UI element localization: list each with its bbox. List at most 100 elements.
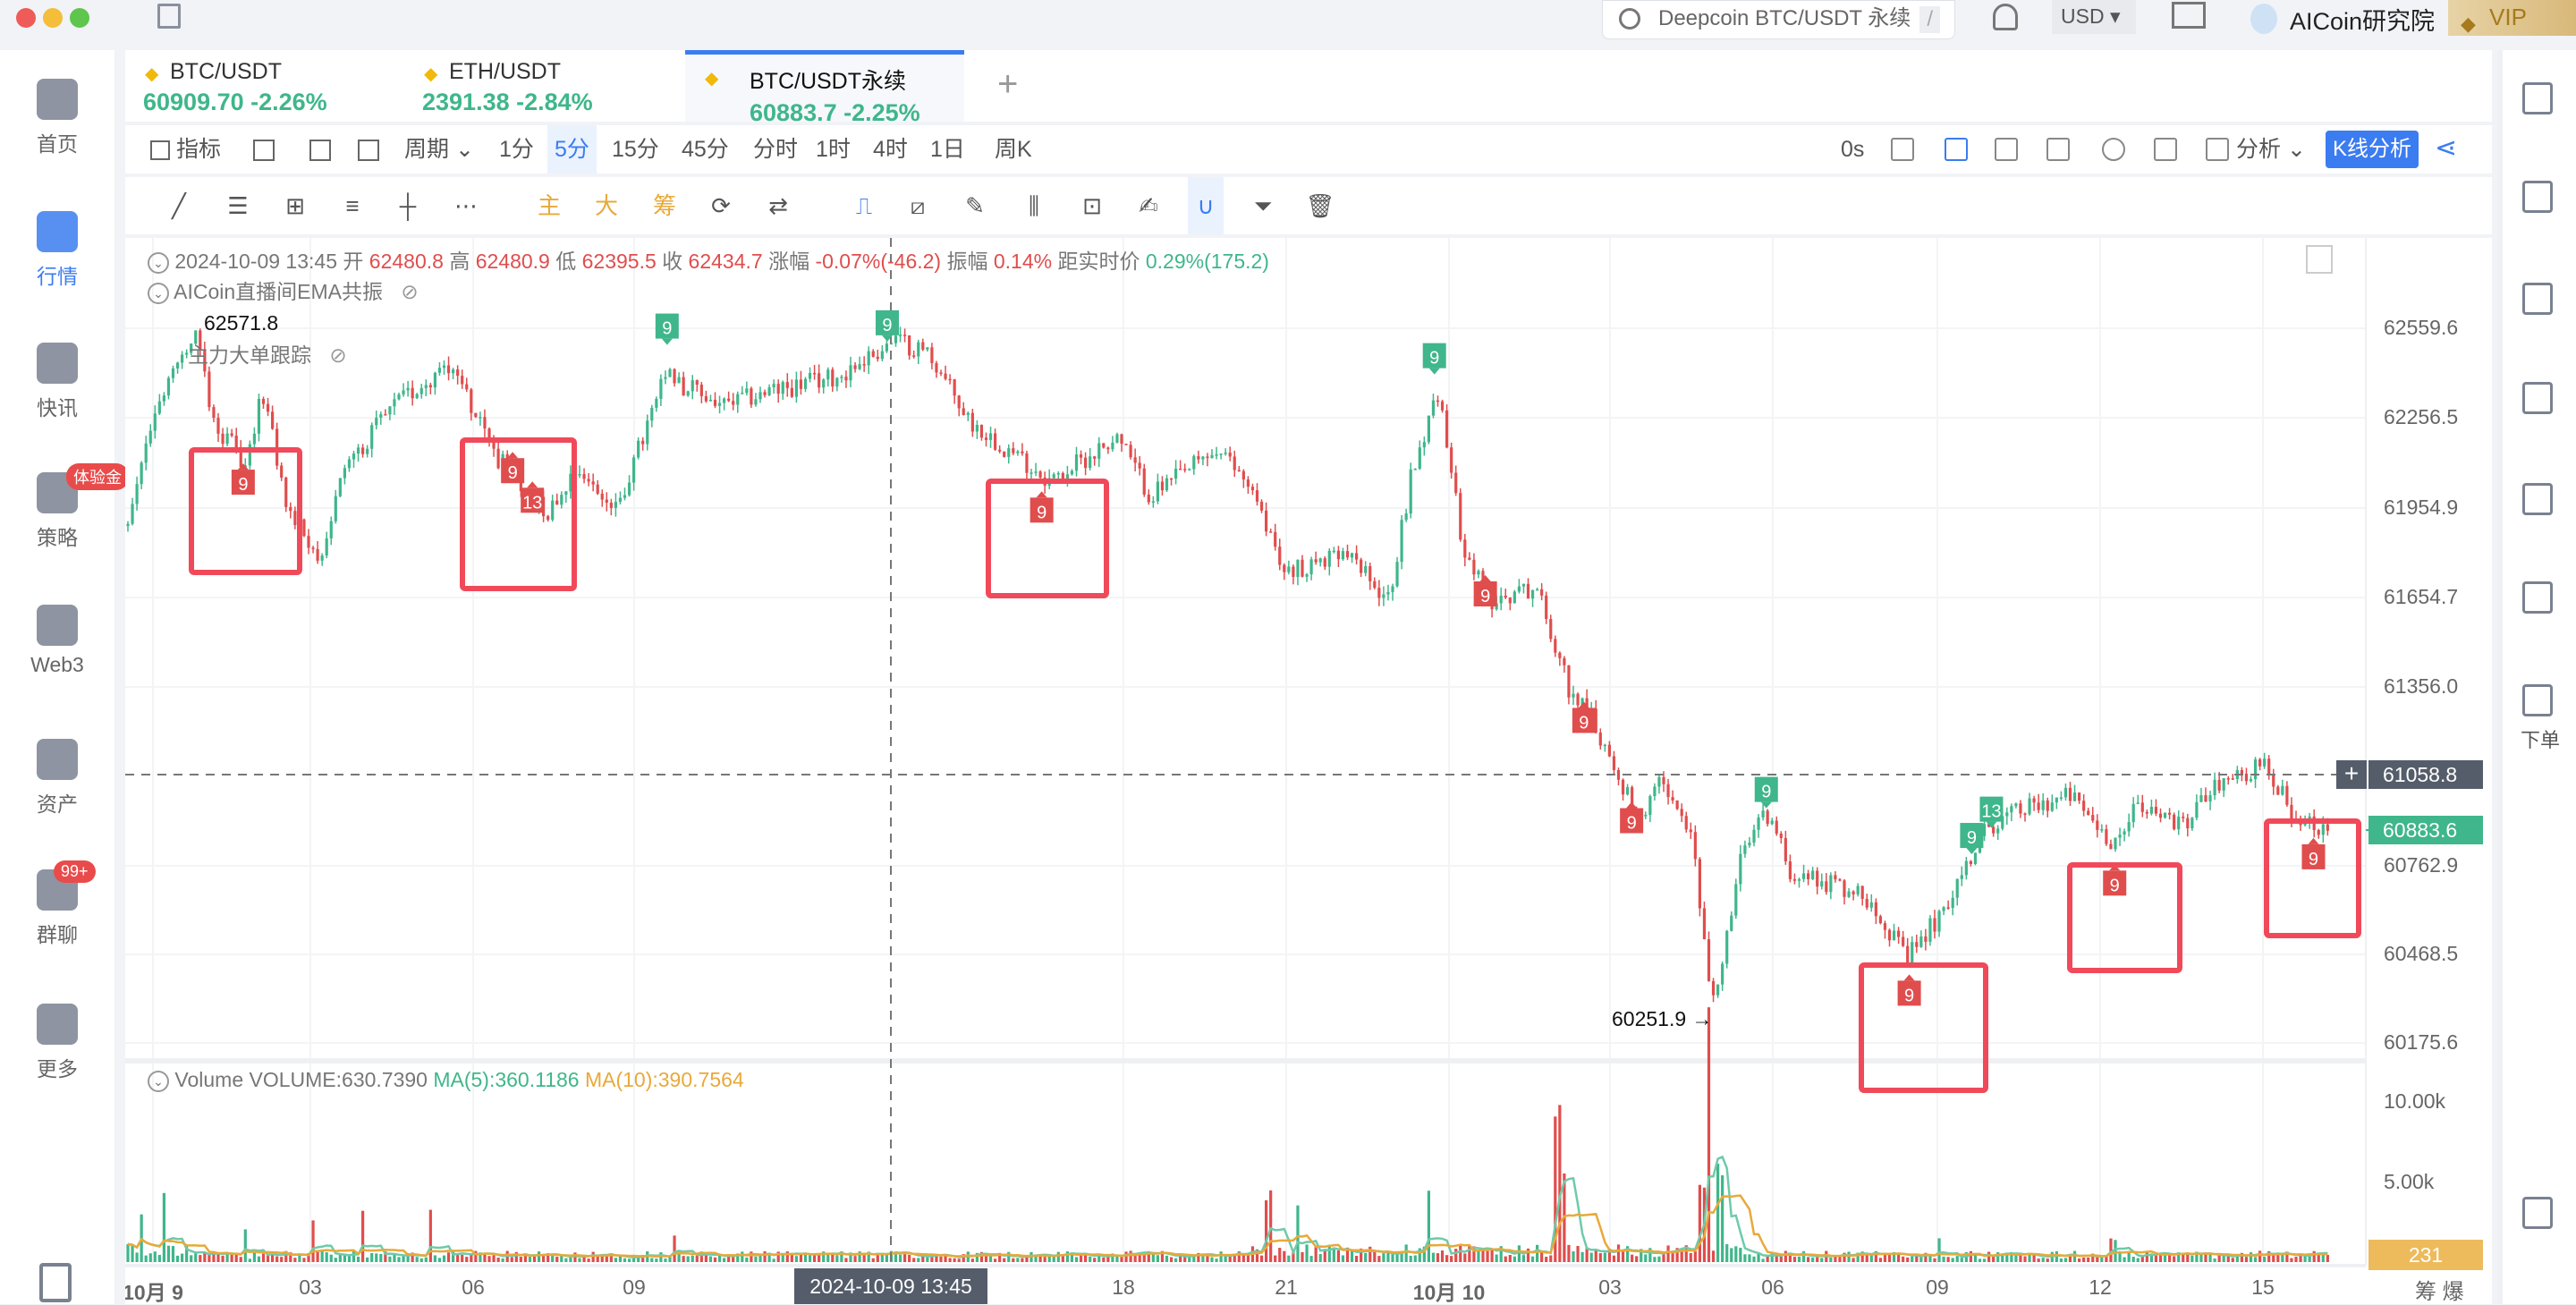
volume-bar: [361, 1210, 365, 1262]
candle-body: [813, 372, 817, 375]
candle-body: [1427, 415, 1430, 443]
candle-body: [745, 388, 749, 394]
volume-bar: [415, 1257, 419, 1262]
volume-bar: [428, 1209, 432, 1262]
candle-body: [2168, 812, 2172, 815]
volume-bar: [175, 1255, 180, 1262]
collapse-icon[interactable]: ⌄: [148, 282, 169, 304]
collapse-icon[interactable]: ⌄: [148, 1070, 169, 1092]
candle-body: [2149, 807, 2153, 814]
candle-body: [2163, 812, 2167, 818]
volume-bar: [1440, 1250, 1445, 1262]
volume-bar: [1631, 1254, 1634, 1262]
kline-chart[interactable]: 9 99991399139999999: [0, 0, 2576, 1304]
candle-body: [175, 362, 180, 369]
eye-hidden-icon[interactable]: ⊘: [329, 343, 346, 367]
volume-bar: [433, 1255, 436, 1262]
candle-body: [419, 387, 423, 394]
time-axis-label: 21: [1275, 1275, 1298, 1299]
volume-bar: [2014, 1254, 2018, 1262]
volume-bar: [492, 1255, 496, 1262]
candle-body: [428, 385, 432, 388]
volume-bar: [745, 1257, 749, 1262]
volume-bar: [732, 1257, 735, 1262]
candle-body: [1089, 456, 1092, 469]
candle-body: [397, 394, 401, 400]
expand-icon[interactable]: [2306, 245, 2333, 274]
eye-hidden-icon[interactable]: ⊘: [401, 280, 418, 303]
candle-body: [1360, 559, 1363, 573]
volume-bar: [329, 1254, 333, 1262]
candle-body: [799, 379, 803, 389]
ema-indicator-row[interactable]: ⌄ AICoin直播间EMA共振 ⊘: [148, 275, 419, 305]
candle-body: [1838, 879, 1842, 881]
candle-body: [2087, 810, 2090, 816]
candle-body: [1616, 769, 1621, 780]
volume-bar: [2173, 1256, 2176, 1262]
candle-body: [2204, 795, 2207, 802]
volume-bar: [1120, 1257, 1123, 1262]
candle-body: [1269, 531, 1273, 533]
volume-bar: [723, 1258, 726, 1262]
candle-body: [302, 519, 306, 537]
candle-body: [1797, 878, 1801, 881]
candle-body: [1856, 886, 1860, 894]
volume-bar: [393, 1254, 396, 1262]
volume-bar: [853, 1256, 857, 1262]
liquidation-button[interactable]: 爆: [2443, 1280, 2464, 1304]
volume-bar: [1350, 1250, 1354, 1262]
bigorder-indicator-row[interactable]: 主力大单跟踪 ⊘: [188, 338, 347, 369]
candle-body: [1626, 787, 1630, 795]
candle-body: [704, 395, 708, 402]
volume-bar: [2182, 1254, 2185, 1262]
candle-body: [587, 479, 590, 482]
candle-body: [216, 418, 220, 434]
collapse-icon[interactable]: ⌄: [148, 251, 169, 274]
candle-body: [2123, 831, 2126, 835]
volume-bar: [844, 1258, 848, 1262]
volume-bar: [835, 1255, 839, 1262]
volume-bar: [939, 1256, 943, 1262]
volume-bar: [1124, 1251, 1128, 1262]
candle-body: [826, 369, 830, 380]
candle-body: [1784, 837, 1787, 862]
candle-body: [252, 433, 256, 445]
volume-info-row: ⌄ Volume VOLUME:630.7390 MA(5):360.1186 …: [148, 1068, 744, 1092]
volume-bar: [650, 1258, 654, 1262]
candle-body: [713, 399, 717, 406]
candle-body: [1030, 472, 1033, 474]
candle-body: [948, 378, 952, 381]
volume-ma5: MA(5):360.1186: [433, 1068, 580, 1091]
candle-body: [230, 433, 233, 436]
candle-body: [325, 538, 328, 556]
candle-body: [677, 377, 681, 384]
candle-body: [2005, 812, 2009, 817]
volume-bar: [320, 1250, 324, 1262]
volume-bar: [1521, 1255, 1526, 1262]
candle-body: [171, 368, 175, 378]
volume-bar: [271, 1254, 275, 1262]
candle-body: [1942, 907, 1945, 911]
volume-bar: [1865, 1254, 1868, 1262]
volume-bar: [569, 1257, 572, 1262]
candle-body: [2131, 803, 2135, 823]
time-axis-label: 09: [1926, 1275, 1949, 1299]
candle-body: [2199, 795, 2203, 802]
candle-body: [979, 424, 984, 438]
volume-bar: [691, 1255, 694, 1262]
crosshair-add-button[interactable]: +: [2336, 760, 2367, 789]
candle-body: [1034, 471, 1038, 473]
candle-body: [1951, 897, 1954, 909]
candle-body: [1440, 401, 1445, 411]
candle-body: [148, 430, 152, 444]
candle-body: [2059, 797, 2063, 799]
candle-body: [1183, 469, 1187, 470]
chips-button[interactable]: 筹: [2415, 1280, 2436, 1304]
volume-bar: [402, 1256, 405, 1262]
volume-bar: [1278, 1248, 1282, 1262]
volume-bar: [1404, 1244, 1408, 1262]
volume-bar: [655, 1258, 658, 1262]
distance-value: 0.29%(175.2): [1145, 250, 1269, 273]
candle-body: [1792, 878, 1797, 881]
candle-body: [1422, 442, 1426, 448]
